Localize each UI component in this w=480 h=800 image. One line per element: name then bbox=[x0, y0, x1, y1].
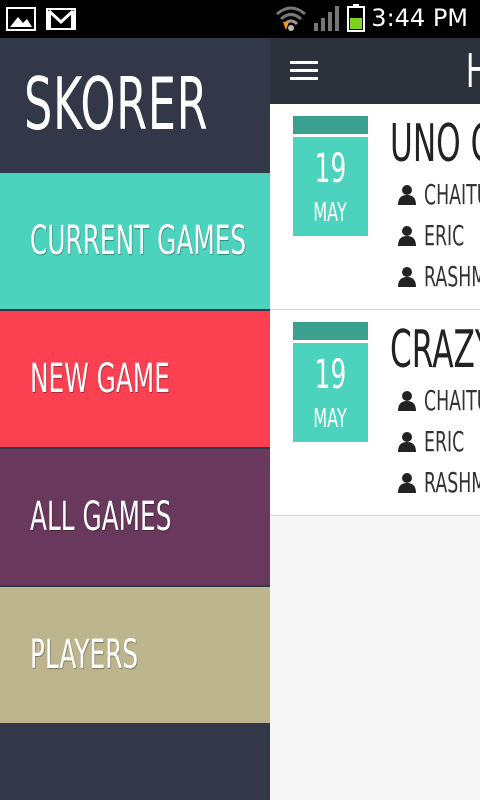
menu-item-label: PLAYERS bbox=[30, 632, 139, 678]
person-icon bbox=[398, 473, 416, 493]
player-row: CHAITU bbox=[398, 180, 480, 210]
main-content: H 19 MAY UNO GA CHAITU ERIC RASHMI 19 MA… bbox=[270, 38, 480, 800]
player-row: RASHMI bbox=[398, 262, 480, 292]
game-card[interactable]: 19 MAY CRAZY CHAITU ERIC RASHMI bbox=[270, 310, 480, 516]
player-name: ERIC bbox=[424, 219, 465, 252]
date-tab bbox=[293, 322, 368, 340]
gmail-notification-icon bbox=[46, 8, 76, 30]
signal-icon bbox=[314, 6, 340, 31]
player-name: CHAITU bbox=[424, 178, 480, 211]
app-brand-title: SKORER bbox=[24, 62, 209, 146]
player-name: CHAITU bbox=[424, 384, 480, 417]
person-icon bbox=[398, 391, 416, 411]
person-icon bbox=[398, 226, 416, 246]
game-card[interactable]: 19 MAY UNO GA CHAITU ERIC RASHMI bbox=[270, 104, 480, 310]
date-tab bbox=[293, 116, 368, 134]
player-row: RASHMI bbox=[398, 468, 480, 498]
menu-item-new-game[interactable]: NEW GAME bbox=[0, 311, 270, 447]
menu-item-all-games[interactable]: ALL GAMES bbox=[0, 449, 270, 585]
status-bar: 3:44 PM bbox=[0, 0, 480, 38]
gallery-notification-icon bbox=[6, 7, 36, 31]
player-row: ERIC bbox=[398, 427, 480, 457]
navigation-drawer: SKORER CURRENT GAMES NEW GAME ALL GAMES … bbox=[0, 38, 270, 800]
status-time: 3:44 PM bbox=[371, 4, 468, 32]
menu-item-label: CURRENT GAMES bbox=[30, 218, 247, 264]
hamburger-icon[interactable] bbox=[290, 61, 318, 81]
person-icon bbox=[398, 432, 416, 452]
date-badge: 19 MAY bbox=[293, 137, 368, 236]
person-icon bbox=[398, 267, 416, 287]
game-title: UNO GA bbox=[390, 114, 480, 174]
menu-item-label: ALL GAMES bbox=[30, 494, 172, 540]
player-row: CHAITU bbox=[398, 386, 480, 416]
date-badge: 19 MAY bbox=[293, 343, 368, 442]
player-name: RASHMI bbox=[424, 260, 480, 293]
menu-item-players[interactable]: PLAYERS bbox=[0, 587, 270, 723]
player-name: ERIC bbox=[424, 425, 465, 458]
app-bar: H bbox=[270, 38, 480, 104]
menu-item-current-games[interactable]: CURRENT GAMES bbox=[0, 173, 270, 309]
player-row: ERIC bbox=[398, 221, 480, 251]
date-month: MAY bbox=[313, 198, 348, 228]
menu-item-label: NEW GAME bbox=[30, 356, 170, 402]
wifi-icon bbox=[276, 6, 307, 31]
game-title: CRAZY bbox=[390, 320, 480, 380]
battery-icon bbox=[347, 4, 366, 32]
person-icon bbox=[398, 185, 416, 205]
date-day: 19 bbox=[314, 352, 347, 398]
date-month: MAY bbox=[313, 404, 348, 434]
player-name: RASHMI bbox=[424, 466, 480, 499]
app-bar-title: H bbox=[466, 46, 480, 96]
date-day: 19 bbox=[314, 146, 347, 192]
